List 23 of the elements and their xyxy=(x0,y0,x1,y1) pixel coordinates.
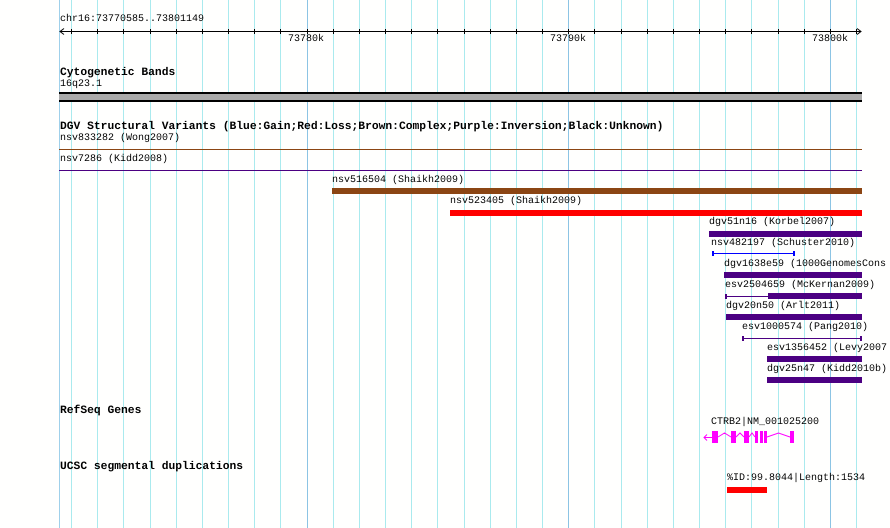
gene-label: CTRB2|NM_001025200 xyxy=(711,418,820,428)
feature-label: esv1000574 (Pang2010) xyxy=(742,323,868,333)
feature-label: 16q23.1 xyxy=(60,80,102,90)
tick-label: 73780k xyxy=(288,35,324,45)
feature-label: esv1356452 (Levy2007 xyxy=(767,344,888,354)
feature-label: dgv25n47 (Kidd2010b) xyxy=(767,365,888,375)
feature-label: nsv7286 (Kidd2008) xyxy=(60,155,168,165)
feature-label: dgv20n50 (Arlt2011) xyxy=(726,302,840,312)
tick-label: 73800k xyxy=(812,35,848,45)
feature-label: nsv516504 (Shaikh2009) xyxy=(332,176,464,186)
track-title: UCSC segmental duplications xyxy=(60,462,244,474)
ruler-label: chr16:73770585..73801149 xyxy=(60,15,204,25)
track-title: DGV Structural Variants (Blue:Gain;Red:Loss;Brown:Complex;Purple:Inversion;Black:Unknown) xyxy=(60,122,664,133)
feature-label: dgv51n16 (Korbel2007) xyxy=(709,218,836,228)
feature-label: nsv482197 (Schuster2010) xyxy=(711,239,856,249)
feature-label: dgv1638e59 (1000GenomesCons xyxy=(724,260,886,270)
tick-label: 73790k xyxy=(550,35,586,45)
track-title: Cytogenetic Bands xyxy=(60,68,176,79)
feature-label: nsv523405 (Shaikh2009) xyxy=(450,197,582,207)
track-title: RefSeq Genes xyxy=(60,406,142,418)
feature-label: nsv833282 (Wong2007) xyxy=(60,134,180,144)
feature-label: esv2504659 (McKernan2009) xyxy=(725,281,876,291)
feature-label: %ID:99.8044|Length:1534 xyxy=(727,474,866,484)
